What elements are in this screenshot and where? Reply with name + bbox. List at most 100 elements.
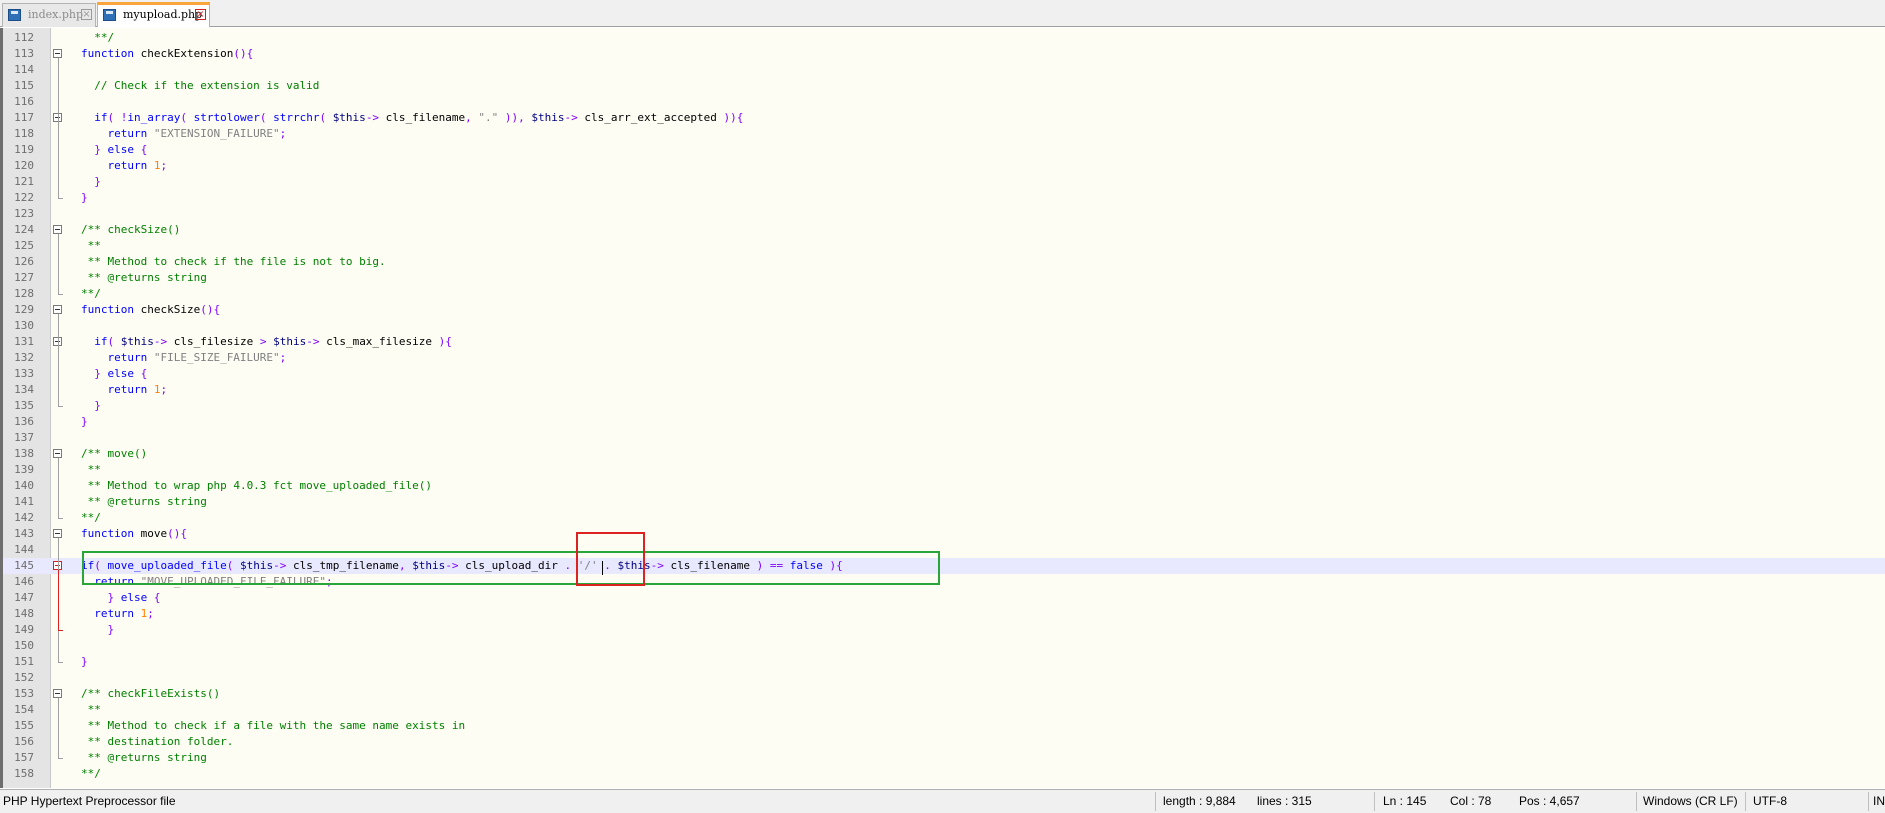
code-line[interactable]: 112 **/ [3, 30, 1885, 46]
code-text: ** [81, 239, 101, 252]
fold-connector [58, 58, 59, 198]
code-line[interactable]: 115 // Check if the extension is valid [3, 78, 1885, 94]
status-divider [1868, 792, 1869, 811]
line-number: 118 [14, 127, 34, 140]
line-number: 122 [14, 191, 34, 204]
line-number: 144 [14, 543, 34, 556]
code-line[interactable]: 141 ** @returns string [3, 494, 1885, 510]
code-line[interactable]: 149} [3, 622, 1885, 638]
fold-connector [58, 458, 59, 518]
status-divider [1636, 792, 1637, 811]
close-tab-icon[interactable]: × [195, 9, 206, 20]
line-number: 130 [14, 319, 34, 332]
code-line[interactable]: 125 ** [3, 238, 1885, 254]
fold-connector [58, 698, 59, 758]
code-line[interactable]: 121} [3, 174, 1885, 190]
fold-end-marker [58, 518, 63, 519]
code-text: } else { [94, 143, 148, 156]
line-number: 137 [14, 431, 34, 444]
code-line[interactable]: 155 ** Method to check if a file with th… [3, 718, 1885, 734]
code-line[interactable]: 132 return "FILE_SIZE_FAILURE"; [3, 350, 1885, 366]
tab-index-php[interactable]: index.php × [2, 3, 96, 27]
code-editor[interactable]: 112 **/113 function checkExtension(){114 1… [0, 28, 1885, 788]
line-number: 147 [14, 591, 34, 604]
code-line[interactable]: 158 **/ [3, 766, 1885, 782]
line-number: 139 [14, 463, 34, 476]
fold-toggle-icon[interactable] [53, 449, 62, 458]
code-line[interactable]: 139 ** [3, 462, 1885, 478]
code-line[interactable]: 127 ** @returns string [3, 270, 1885, 286]
tab-myupload-php[interactable]: myupload.php × [97, 2, 210, 27]
line-number: 113 [14, 47, 34, 60]
code-line[interactable]: 126 ** Method to check if the file is no… [3, 254, 1885, 270]
line-number: 121 [14, 175, 34, 188]
fold-end-marker [58, 198, 63, 199]
code-line[interactable]: 142 **/ [3, 510, 1885, 526]
code-line[interactable]: 124 /** checkSize() [3, 222, 1885, 238]
fold-toggle-icon[interactable] [53, 225, 62, 234]
code-line[interactable]: 131 if( $this-> cls_filesize > $this-> cl… [3, 334, 1885, 350]
code-line[interactable]: 114 [3, 62, 1885, 78]
fold-end-marker [58, 406, 63, 407]
code-line[interactable]: 147} else { [3, 590, 1885, 606]
close-tab-icon[interactable]: × [81, 9, 92, 20]
fold-connector [58, 234, 59, 294]
code-line[interactable]: 113 function checkExtension(){ [3, 46, 1885, 62]
line-number: 149 [14, 623, 34, 636]
code-line[interactable]: 129 function checkSize(){ [3, 302, 1885, 318]
line-number: 145 [14, 559, 34, 572]
code-line[interactable]: 154 ** [3, 702, 1885, 718]
code-line[interactable]: 148 return 1; [3, 606, 1885, 622]
line-number: 142 [14, 511, 34, 524]
code-line[interactable]: 116 [3, 94, 1885, 110]
fold-toggle-icon[interactable] [53, 49, 62, 58]
code-line[interactable]: 140 ** Method to wrap php 4.0.3 fct move… [3, 478, 1885, 494]
code-line[interactable]: 135} [3, 398, 1885, 414]
code-line[interactable]: 152 [3, 670, 1885, 686]
code-line[interactable]: 120 return 1; [3, 158, 1885, 174]
code-line[interactable]: 119 } else { [3, 142, 1885, 158]
code-text: /** checkSize() [81, 223, 181, 236]
line-number: 157 [14, 751, 34, 764]
code-text: /** checkFileExists() [81, 687, 221, 700]
status-lines: lines : 315 [1257, 794, 1312, 808]
code-line[interactable]: 153 /** checkFileExists() [3, 686, 1885, 702]
line-number: 115 [14, 79, 34, 92]
code-line[interactable]: 118 return "EXTENSION_FAILURE"; [3, 126, 1885, 142]
code-line[interactable]: 157 ** @returns string [3, 750, 1885, 766]
code-line[interactable]: 136} [3, 414, 1885, 430]
code-line[interactable]: 151} [3, 654, 1885, 670]
status-column: Col : 78 [1450, 794, 1492, 808]
code-line[interactable]: 117 if( !in_array( strtolower( strrchr( $… [3, 110, 1885, 126]
fold-toggle-icon[interactable] [53, 305, 62, 314]
line-number: 148 [14, 607, 34, 620]
status-line: Ln : 145 [1383, 794, 1427, 808]
fold-toggle-icon[interactable] [53, 689, 62, 698]
line-number: 125 [14, 239, 34, 252]
code-line[interactable]: 134 return 1; [3, 382, 1885, 398]
code-line[interactable]: 133} else { [3, 366, 1885, 382]
code-text: return 1; [107, 383, 168, 396]
status-divider [1374, 792, 1375, 811]
line-number: 114 [14, 63, 34, 76]
code-line[interactable]: 123 [3, 206, 1885, 222]
line-number: 150 [14, 639, 34, 652]
fold-end-marker [58, 758, 63, 759]
code-line[interactable]: 137 [3, 430, 1885, 446]
line-number: 119 [14, 143, 34, 156]
line-number: 112 [14, 31, 34, 44]
code-line[interactable]: 143 function move(){ [3, 526, 1885, 542]
code-line[interactable]: 156 ** destination folder. [3, 734, 1885, 750]
code-line[interactable]: 138 /** move() [3, 446, 1885, 462]
code-line[interactable]: 130 [3, 318, 1885, 334]
code-text: **/ [81, 287, 101, 300]
saved-file-icon [8, 9, 21, 21]
fold-toggle-icon[interactable] [53, 529, 62, 538]
code-text: return "FILE_SIZE_FAILURE"; [107, 351, 287, 364]
code-line[interactable]: 128 **/ [3, 286, 1885, 302]
code-text: return "EXTENSION_FAILURE"; [107, 127, 287, 140]
code-line[interactable]: 150 [3, 638, 1885, 654]
line-number: 129 [14, 303, 34, 316]
code-text: ** @returns string [81, 271, 207, 284]
code-line[interactable]: 122} [3, 190, 1885, 206]
